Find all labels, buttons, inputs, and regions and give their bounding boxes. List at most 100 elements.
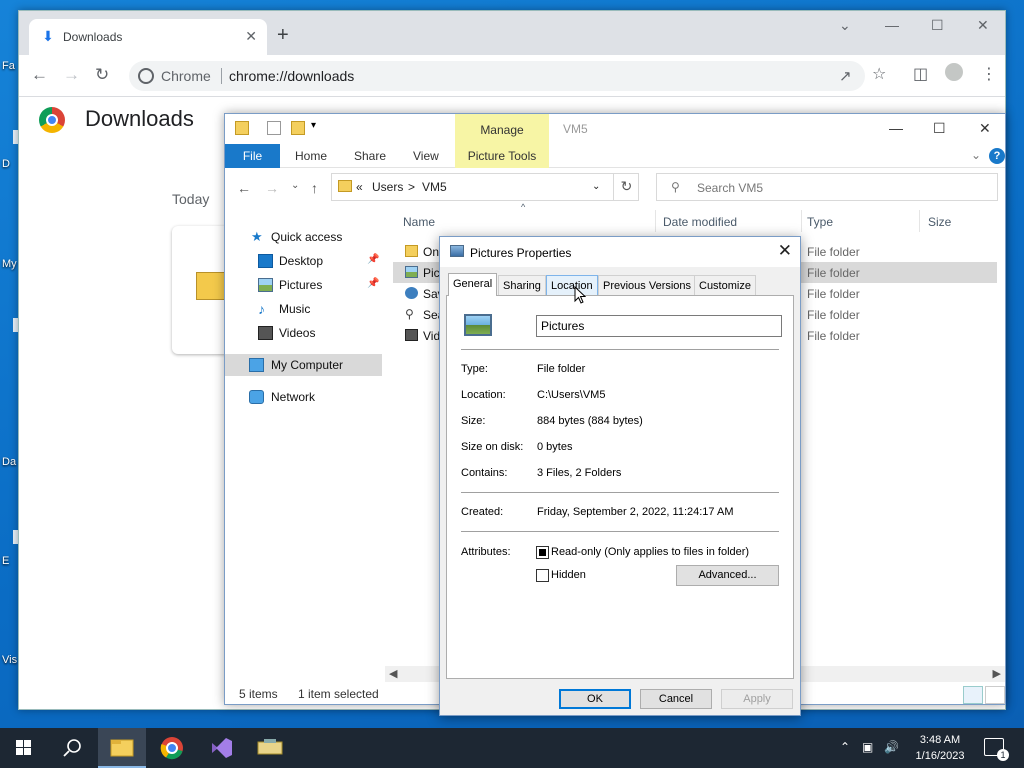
nav-item-pictures[interactable]: Pictures 📌 [225,274,382,296]
readonly-checkbox[interactable] [536,546,549,559]
cancel-button[interactable]: Cancel [640,689,712,709]
hidden-label[interactable]: Hidden [551,569,586,581]
taskbar-file-explorer[interactable] [98,728,146,768]
back-icon[interactable]: ← [237,180,251,196]
close-window-icon[interactable]: ✕ [977,17,989,34]
tab-location[interactable]: Location [546,275,598,296]
desktop-icon-label[interactable]: Vis [2,654,17,666]
back-icon[interactable]: ← [31,65,48,85]
column-separator[interactable] [655,210,656,232]
taskbar-visual-studio[interactable] [198,728,246,768]
side-panel-icon[interactable]: ◫ [913,64,928,84]
tab-downloads[interactable]: ⬇ Downloads ✕ [29,19,267,55]
advanced-button[interactable]: Advanced... [676,565,779,586]
videos-icon [405,329,418,341]
nav-item-my-computer[interactable]: My Computer [225,354,382,376]
folder-name-input[interactable] [536,315,782,337]
apply-button[interactable]: Apply [721,689,793,709]
tab-share[interactable]: Share [354,149,386,163]
network-tray-icon[interactable]: ▣ [862,740,873,754]
address-dropdown-icon[interactable]: ⌄ [592,181,600,192]
ribbon-tabs: File Home Share View Picture Tools ⌄ ? [225,144,1005,168]
new-folder-icon[interactable] [291,121,305,135]
desktop-icon-label[interactable]: Fa [2,60,15,72]
omnibox[interactable]: Chrome chrome://downloads ↗ [129,61,865,91]
tab-home[interactable]: Home [295,149,327,163]
nav-item-videos[interactable]: Videos [225,322,382,344]
search-input[interactable]: ⚲ Search VM5 [656,173,998,201]
hidden-checkbox[interactable] [536,569,549,582]
column-separator[interactable] [919,210,920,232]
nav-item-network[interactable]: Network [225,386,382,408]
bookmark-star-icon[interactable]: ☆ [872,64,886,84]
nav-item-desktop[interactable]: Desktop 📌 [225,250,382,272]
column-date-modified[interactable]: Date modified [663,215,737,229]
column-type[interactable]: Type [807,215,833,229]
breadcrumb-users[interactable]: Users [372,180,403,194]
music-icon: ♪ [258,301,265,317]
tab-general[interactable]: General [448,273,498,296]
new-tab-icon[interactable]: + [277,25,289,45]
nav-item-quick-access[interactable]: ★ Quick access [225,226,382,248]
column-size[interactable]: Size [928,215,951,229]
scroll-left-icon[interactable]: ◀ [389,667,397,680]
reload-icon[interactable]: ↻ [95,65,109,85]
help-icon[interactable]: ? [989,148,1005,164]
tab-file[interactable]: File [225,144,280,168]
expand-ribbon-icon[interactable]: ⌄ [971,148,981,162]
breadcrumb-vm5[interactable]: VM5 [422,180,447,194]
forward-icon[interactable]: → [265,180,279,196]
tab-sharing[interactable]: Sharing [498,275,546,296]
close-icon[interactable]: ✕ [778,241,792,261]
tab-picture-tools[interactable]: Picture Tools [455,144,549,168]
row-type: File folder [807,287,860,301]
refresh-icon[interactable]: ↻ [613,173,639,201]
tab-view[interactable]: View [413,149,439,163]
ok-button[interactable]: OK [559,689,631,709]
column-separator[interactable] [801,210,802,232]
star-icon: ★ [251,229,263,244]
volume-icon[interactable]: 🔊 [884,740,899,754]
properties-check-icon[interactable] [267,121,281,135]
breadcrumb-separator[interactable]: > [408,180,415,194]
maximize-icon[interactable]: ☐ [931,17,944,34]
start-button[interactable] [0,728,48,768]
scroll-right-icon[interactable]: ▶ [993,667,1001,680]
forward-icon[interactable]: → [63,65,80,85]
taskbar-app[interactable] [246,728,294,768]
close-icon[interactable]: ✕ [245,28,257,45]
search-button[interactable] [48,728,96,768]
qat-dropdown-icon[interactable]: ▾ [311,120,316,131]
address-box[interactable]: « Users > VM5 ⌄ [331,173,639,201]
readonly-label[interactable]: Read-only (Only applies to files in fold… [551,546,749,558]
desktop-icon-label[interactable]: Da [2,456,16,468]
desktop-icon-label[interactable]: My [2,258,17,270]
menu-dots-icon[interactable]: ⋮ [981,64,997,84]
nav-item-music[interactable]: ♪ Music [225,298,382,320]
up-icon[interactable]: ↑ [311,180,318,196]
profile-avatar-icon[interactable] [945,63,963,81]
large-icons-view-icon[interactable] [985,686,1005,704]
breadcrumb-chevron[interactable]: « [356,180,363,194]
manage-tab[interactable]: Manage [455,114,549,144]
column-name[interactable]: Name [403,215,435,229]
tray-chevron-icon[interactable]: ⌃ [840,740,850,754]
tab-previous-versions[interactable]: Previous Versions [598,275,697,296]
created-value: Friday, September 2, 2022, 11:24:17 AM [537,506,734,518]
minimize-icon[interactable]: — [889,120,903,136]
maximize-icon[interactable]: ☐ [933,120,946,137]
desktop-icon-label[interactable]: E [2,555,9,567]
attributes-label: Attributes: [461,546,511,558]
minimize-icon[interactable]: — [885,17,899,33]
close-window-icon[interactable]: ✕ [979,120,991,137]
recent-locations-icon[interactable]: ⌄ [291,180,299,191]
notification-icon[interactable]: 1 [984,738,1009,761]
tab-customize[interactable]: Customize [694,275,756,296]
details-view-icon[interactable] [963,686,983,704]
omnibox-url[interactable]: chrome://downloads [229,68,354,84]
taskbar-chrome[interactable] [148,728,196,768]
desktop-icon-label[interactable]: D [2,158,10,170]
tab-search-icon[interactable]: ⌄ [839,17,851,34]
share-icon[interactable]: ↗ [839,67,852,85]
clock[interactable]: 3:48 AM 1/16/2023 [906,732,974,764]
